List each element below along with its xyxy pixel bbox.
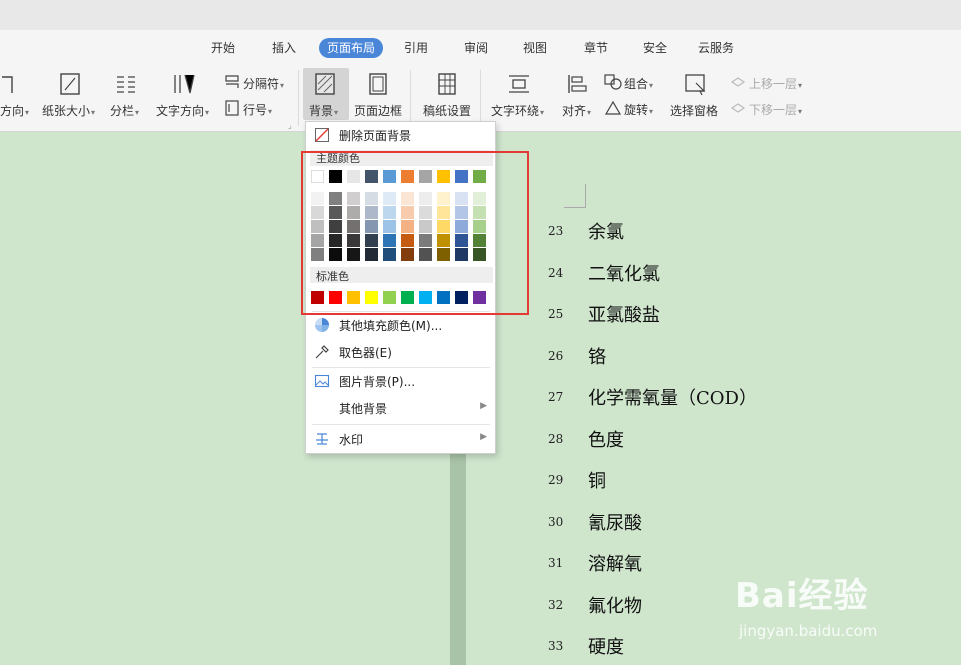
paper-size-button[interactable]: 纸张大小▾ [42, 102, 95, 119]
line-number-button[interactable]: 行号▾ [243, 101, 272, 118]
list-item-text: 氰尿酸 [588, 512, 642, 534]
tab-references[interactable]: 引用 [404, 38, 428, 58]
list-item-number: 32 [548, 597, 564, 612]
draft-paper-icon [438, 73, 456, 95]
page-setup-launcher-icon[interactable]: ⌟ [288, 121, 292, 130]
color-wheel-icon [315, 318, 329, 332]
page-border-button[interactable]: 页面边框 [354, 102, 402, 119]
baidu-jingyan-watermark: Bai经验 jingyan.baidu.com [735, 568, 877, 640]
group-icon [604, 74, 622, 90]
list-item-number: 25 [548, 307, 564, 321]
paper-size-icon [60, 73, 80, 95]
tab-cloud-services[interactable]: 云服务 [698, 38, 734, 58]
eyedropper-icon [315, 345, 329, 359]
other-background-item[interactable]: 其他背景 ▶ [306, 395, 495, 421]
tab-view[interactable]: 视图 [523, 38, 547, 58]
ribbon-separator [480, 70, 481, 126]
list-item-number: 31 [548, 556, 564, 570]
ribbon-tab-bar: 开始 插入 页面布局 引用 审阅 视图 章节 安全 云服务 [0, 30, 961, 64]
list-item-number: 28 [548, 431, 564, 446]
ribbon-separator [298, 70, 299, 126]
tab-insert[interactable]: 插入 [272, 38, 296, 58]
tab-review[interactable]: 审阅 [464, 38, 488, 58]
send-backward-button[interactable]: 下移一层▾ [749, 101, 802, 118]
text-wrap-button[interactable]: 文字环绕▾ [491, 102, 544, 119]
separator-button[interactable]: 分隔符▾ [243, 75, 284, 92]
paragraph-corner-mark [564, 184, 586, 208]
bring-forward-button[interactable]: 上移一层▾ [749, 75, 802, 92]
list-item-text: 铬 [588, 346, 606, 368]
tab-start[interactable]: 开始 [211, 38, 235, 58]
remove-background-icon [315, 128, 329, 142]
page-border-icon [369, 73, 387, 95]
watermark-icon [316, 433, 328, 445]
selection-pane-icon [685, 74, 706, 95]
separator-icon [225, 75, 239, 88]
text-direction-button[interactable]: 文字方向▾ [156, 102, 209, 119]
submenu-arrow-icon: ▶ [480, 401, 487, 411]
list-item-text: 化学需氧量（COD） [588, 388, 757, 409]
orientation-button[interactable]: 方向▾ [0, 102, 29, 119]
list-item-text: 色度 [588, 429, 624, 451]
align-button[interactable]: 对齐▾ [562, 102, 591, 119]
list-item-number: 27 [548, 390, 564, 404]
list-item-number: 26 [548, 348, 564, 363]
list-item-number: 33 [548, 639, 564, 653]
list-item-text: 余氯 [588, 222, 624, 243]
picture-icon [314, 374, 330, 388]
remove-page-background-item[interactable]: 删除页面背景 [306, 122, 495, 148]
align-icon [568, 75, 587, 93]
window-titlebar [0, 0, 961, 30]
menu-divider [312, 424, 490, 425]
list-item-number: 30 [548, 514, 564, 529]
list-item-text: 氟化物 [588, 595, 642, 617]
watermark-logo: Bai经验 [735, 576, 869, 616]
list-item-text: 硬度 [588, 637, 624, 658]
list-item-text: 溶解氧 [588, 554, 642, 575]
list-item-text: 铜 [588, 471, 606, 492]
background-icon [315, 73, 335, 95]
draft-paper-button[interactable]: 稿纸设置 [423, 102, 471, 119]
selection-pane-button[interactable]: 选择窗格 [670, 102, 718, 119]
watermark-url: jingyan.baidu.com [739, 622, 878, 640]
list-item-text: 亚氯酸盐 [588, 305, 660, 326]
orientation-icon [2, 76, 13, 93]
highlight-annotation-box [301, 151, 529, 315]
submenu-arrow-icon: ▶ [480, 432, 487, 442]
columns-icon [117, 76, 135, 93]
watermark-item[interactable]: 水印 ▶ [306, 426, 495, 452]
list-item-text: 二氧化氯 [588, 263, 660, 285]
tab-chapter[interactable]: 章节 [584, 38, 608, 58]
text-direction-icon [174, 74, 195, 94]
rotate-button[interactable]: 旋转▾ [624, 101, 653, 118]
ribbon-separator [410, 70, 411, 126]
tab-page-layout[interactable]: 页面布局 [319, 38, 384, 58]
list-item-number: 24 [548, 265, 564, 280]
tab-security[interactable]: 安全 [643, 38, 667, 58]
send-backward-icon [730, 103, 746, 113]
text-wrap-icon [509, 75, 529, 93]
columns-button[interactable]: 分栏▾ [110, 102, 139, 119]
color-picker-item[interactable]: 取色器(E) [306, 339, 495, 365]
group-button[interactable]: 组合▾ [624, 75, 653, 92]
more-fill-colors-item[interactable]: 其他填充颜色(M)... [306, 312, 495, 338]
list-item-number: 29 [548, 473, 564, 487]
line-number-icon [225, 100, 239, 116]
background-button[interactable]: 背景▾ [309, 102, 338, 119]
bring-forward-icon [730, 77, 746, 87]
rotate-icon [604, 100, 622, 115]
picture-background-item[interactable]: 图片背景(P)... [306, 368, 495, 394]
list-item-number: 23 [548, 224, 564, 238]
